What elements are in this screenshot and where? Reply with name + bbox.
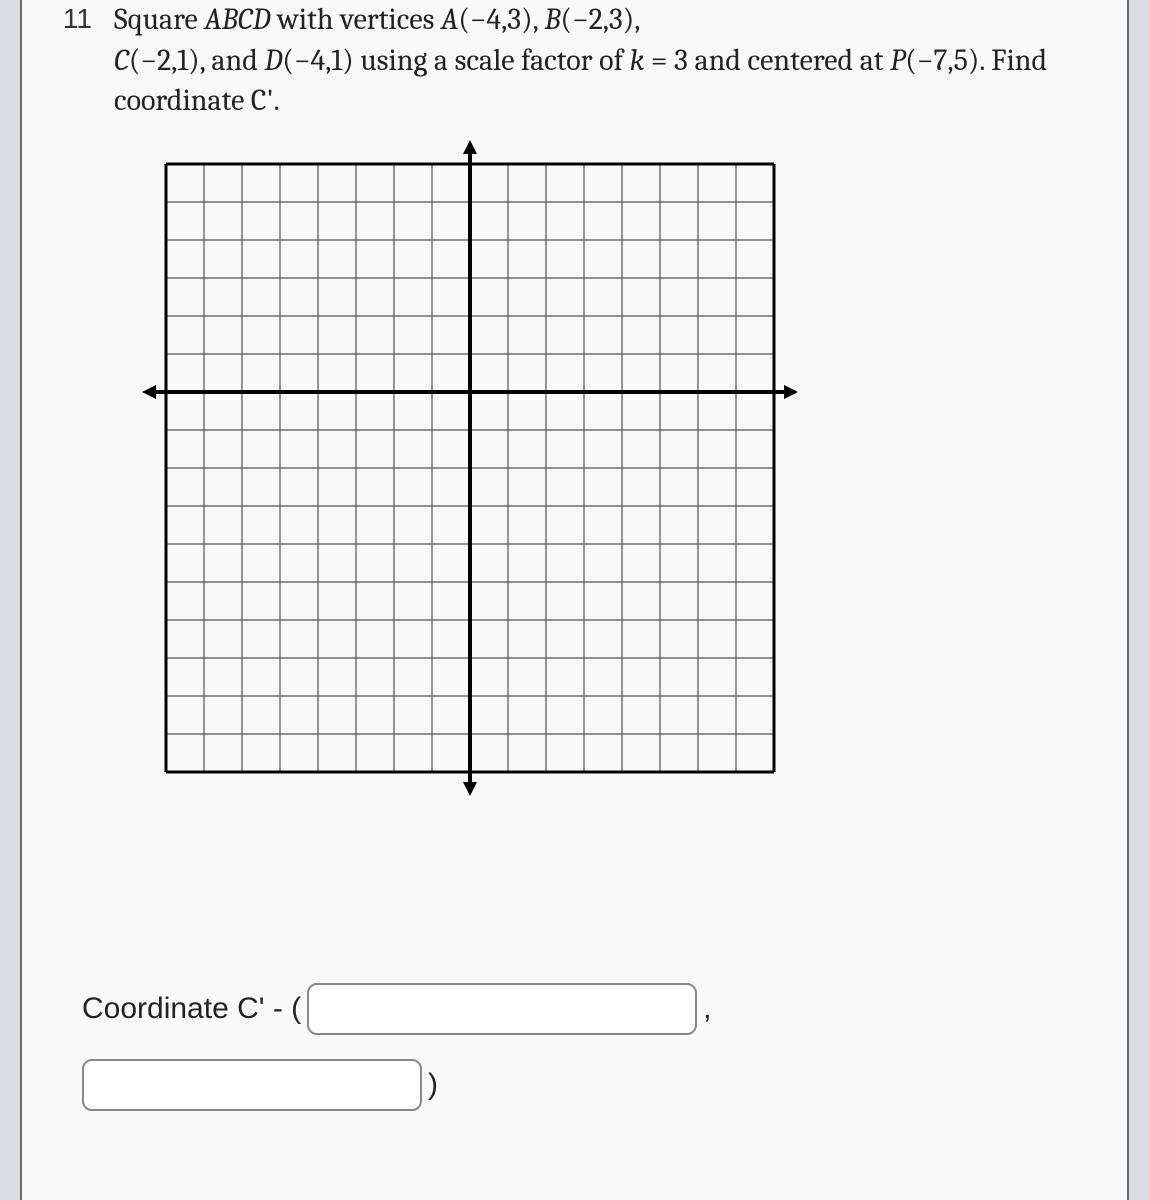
answer-close-paren: ) (428, 1052, 438, 1118)
answer-comma: , (703, 976, 711, 1042)
qt-sep: , (533, 2, 545, 37)
qt-Cval: (−2,1) (129, 43, 200, 78)
qt-A: A (441, 2, 458, 37)
coordinate-x-input[interactable] (307, 983, 697, 1035)
question-number: 11 (52, 0, 92, 122)
qt-k: k (630, 43, 645, 78)
qt-keq: = 3 and centered at (644, 43, 890, 78)
qt-plain: Square (114, 2, 204, 37)
qt-Aval: (−4,3) (458, 2, 532, 37)
qt-sep: , and (200, 43, 265, 78)
qt-B: B (544, 2, 560, 37)
answer-label: Coordinate C' - ( (82, 976, 301, 1042)
question-text: Square ABCD with vertices A(−4,3), B(−2,… (114, 0, 1097, 122)
qt-plain: with vertices (271, 2, 441, 37)
answer-area: Coordinate C' - ( , ) (82, 976, 1097, 1118)
qt-C: C (114, 43, 129, 78)
qt-Bval: (−2,3) (561, 2, 635, 37)
question-row: 11 Square ABCD with vertices A(−4,3), B(… (52, 0, 1097, 122)
qt-Dval: (−4,1) (282, 43, 353, 78)
qt-ABCD: ABCD (204, 2, 270, 37)
qt-plain: using a scale factor of (354, 43, 630, 78)
question-card: 11 Square ABCD with vertices A(−4,3), B(… (20, 0, 1129, 1200)
coordinate-grid (142, 140, 798, 796)
answer-line-1: Coordinate C' - ( , (82, 976, 1097, 1042)
qt-sep: , (634, 2, 640, 37)
coordinate-grid-holder (142, 140, 1097, 796)
qt-D: D (264, 43, 282, 78)
answer-line-2: ) (82, 1052, 1097, 1118)
qt-Pval: (−7,5) (905, 43, 979, 78)
qt-P: P (890, 43, 905, 78)
coordinate-y-input[interactable] (82, 1059, 422, 1111)
